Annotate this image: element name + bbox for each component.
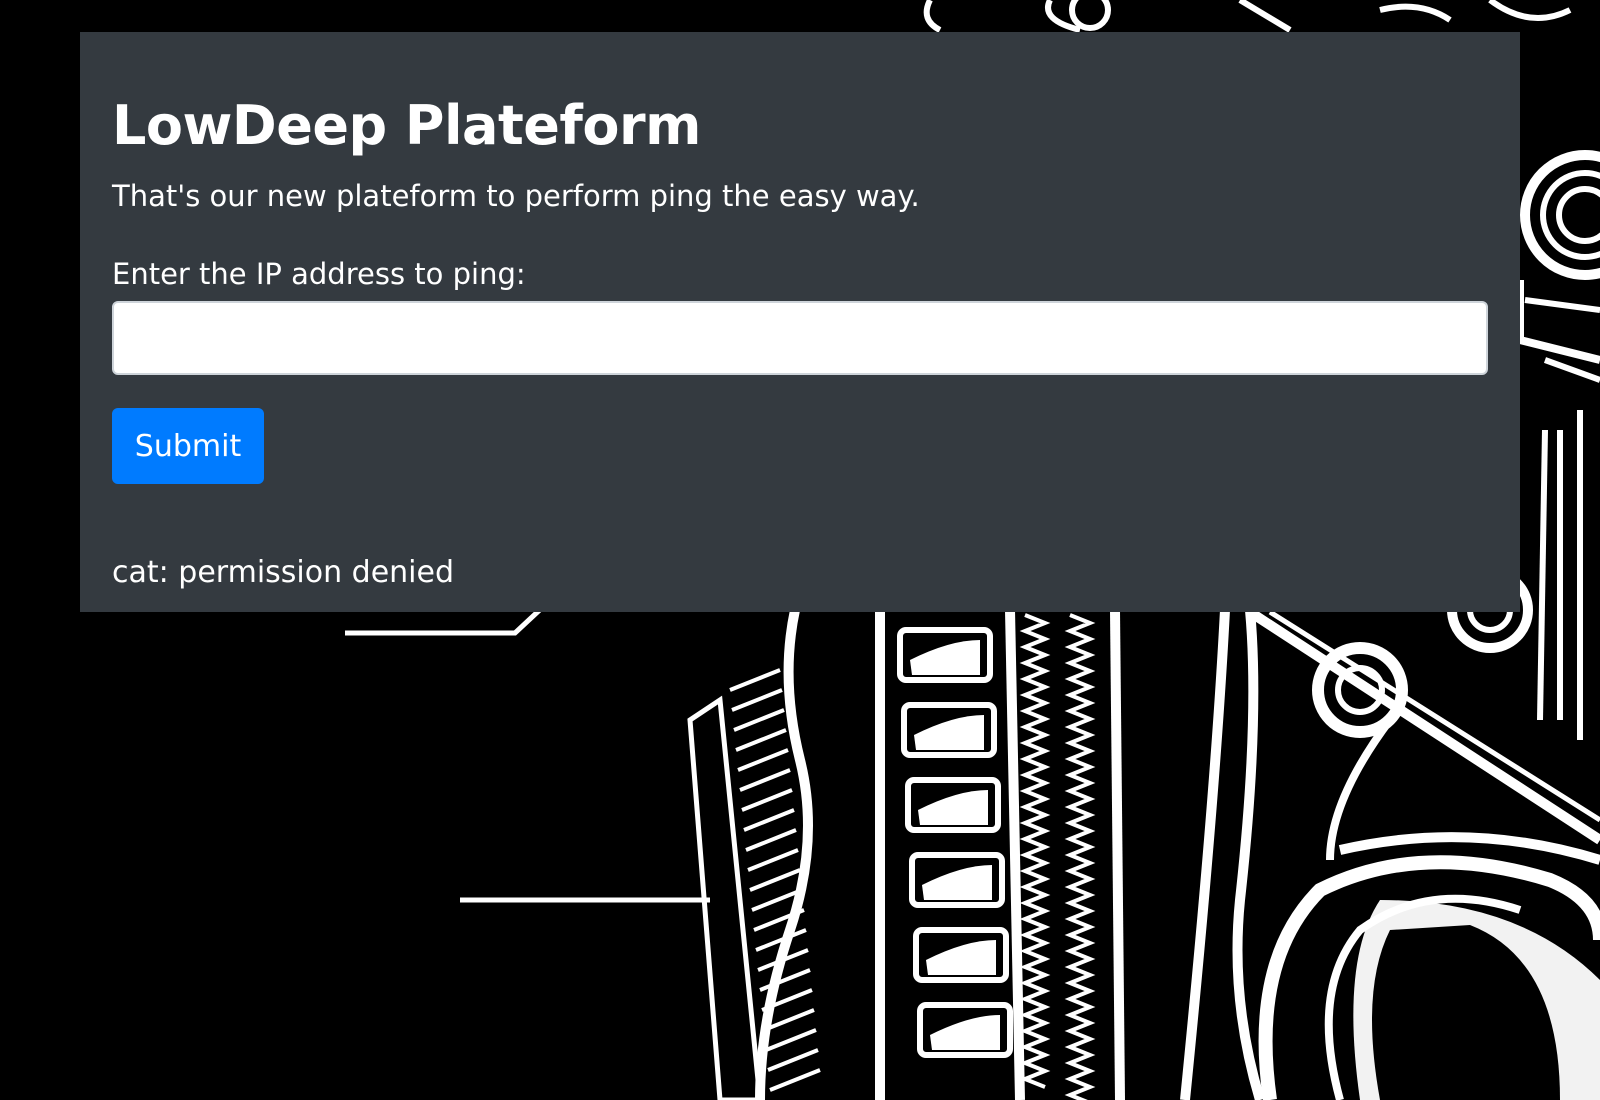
ip-address-label: Enter the IP address to ping: <box>112 257 526 291</box>
page: LowDeep Plateform That's our new platefo… <box>0 0 1600 1100</box>
ping-panel: LowDeep Plateform That's our new platefo… <box>80 32 1520 612</box>
ip-address-input[interactable] <box>112 301 1488 375</box>
page-title: LowDeep Plateform <box>112 94 701 157</box>
submit-button[interactable]: Submit <box>112 408 264 484</box>
ping-result-output: cat: permission denied <box>112 555 454 590</box>
page-description: That's our new plateform to perform ping… <box>112 179 920 213</box>
